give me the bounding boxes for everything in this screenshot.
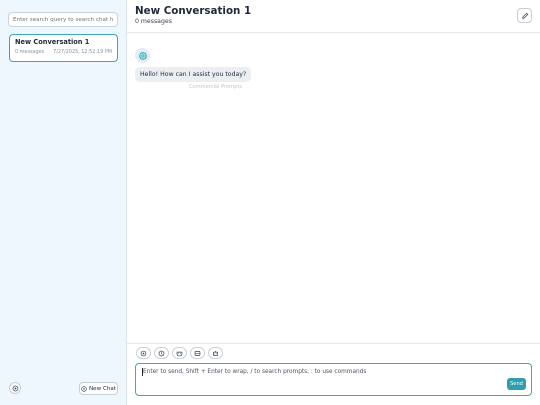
sidebar: New Conversation 1 0 messages 7/27/2025,… xyxy=(0,0,127,405)
code-icon xyxy=(194,350,201,357)
tool-mask-button[interactable] xyxy=(172,347,187,359)
edit-icon xyxy=(521,12,529,20)
composer-divider xyxy=(127,343,540,344)
chat-header: New Conversation 1 0 messages xyxy=(127,0,540,33)
settings-button[interactable] xyxy=(9,382,21,394)
tool-code-button[interactable] xyxy=(190,347,205,359)
send-button[interactable]: Send xyxy=(507,378,526,390)
new-chat-label: New Chat xyxy=(88,385,117,392)
message-input-placeholder: Enter to send, Shift + Enter to wrap, / … xyxy=(143,369,367,375)
search-input[interactable] xyxy=(8,12,118,27)
settings-icon xyxy=(140,350,147,357)
tool-robot-button[interactable] xyxy=(208,347,223,359)
tool-settings-button[interactable] xyxy=(136,347,151,359)
conversation-item[interactable]: New Conversation 1 0 messages 7/27/2025,… xyxy=(9,34,118,62)
assistant-message: Hello! How can I assist you today? xyxy=(135,67,252,82)
message-count: 0 messages xyxy=(135,18,172,25)
robot-icon xyxy=(212,350,219,357)
conversation-timestamp: 7/27/2025, 12:52:19 PM xyxy=(53,49,112,55)
conversation-meta: 0 messages 7/27/2025, 12:52:19 PM xyxy=(15,49,112,55)
new-chat-button[interactable]: New Chat xyxy=(79,382,118,395)
history-icon xyxy=(158,350,165,357)
settings-icon xyxy=(12,385,19,392)
plus-circle-icon xyxy=(81,385,87,392)
conversation-message-count: 0 messages xyxy=(15,49,45,55)
conversation-title: New Conversation 1 xyxy=(15,38,90,46)
message-input[interactable]: Enter to send, Shift + Enter to wrap, / … xyxy=(135,363,532,396)
tool-history-button[interactable] xyxy=(154,347,169,359)
openai-logo-icon xyxy=(138,51,148,61)
assistant-avatar xyxy=(135,48,150,63)
mask-icon xyxy=(176,350,183,357)
message-hint: Commercial Prompts xyxy=(189,84,243,90)
page-title: New Conversation 1 xyxy=(135,5,252,17)
edit-title-button[interactable] xyxy=(517,8,532,23)
